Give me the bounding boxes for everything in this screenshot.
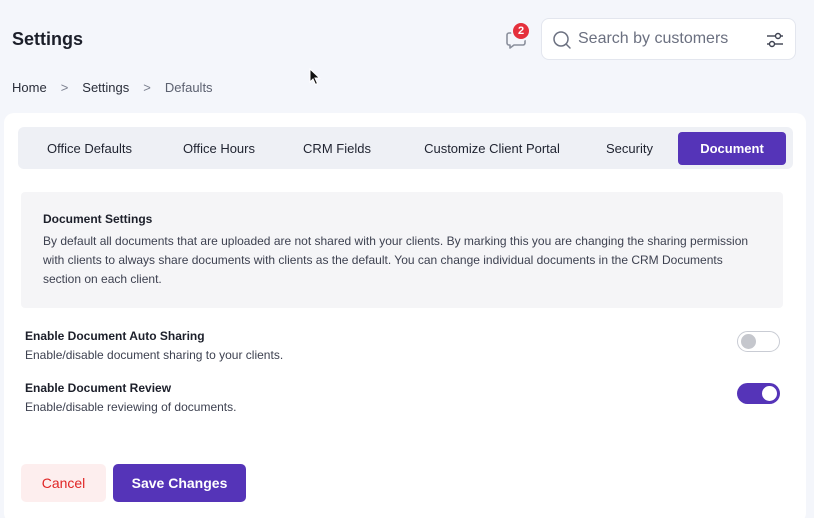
setting-description: Enable/disable document sharing to your … xyxy=(25,348,284,362)
cancel-button[interactable]: Cancel xyxy=(21,464,106,502)
setting-description: Enable/disable reviewing of documents. xyxy=(25,400,237,414)
save-changes-button[interactable]: Save Changes xyxy=(113,464,246,502)
tab-bar: Office Defaults Office Hours CRM Fields … xyxy=(18,127,793,169)
tab-document[interactable]: Document xyxy=(678,132,786,165)
breadcrumb: Home > Settings > Defaults xyxy=(12,80,213,95)
document-settings-info: Document Settings By default all documen… xyxy=(21,192,783,308)
breadcrumb-separator: > xyxy=(143,80,151,95)
filter-sliders-icon[interactable] xyxy=(765,30,785,50)
setting-document-review: Enable Document Review Enable/disable re… xyxy=(25,381,236,414)
toggle-knob xyxy=(741,334,756,349)
info-title: Document Settings xyxy=(43,212,153,226)
page-title: Settings xyxy=(12,29,84,49)
auto-sharing-toggle[interactable] xyxy=(737,331,780,352)
notification-badge: 2 xyxy=(511,21,531,41)
mouse-cursor-icon xyxy=(309,68,321,86)
setting-title: Enable Document Review xyxy=(25,381,172,395)
breadcrumb-settings[interactable]: Settings xyxy=(82,80,129,95)
search-input[interactable] xyxy=(578,27,758,51)
search-box[interactable] xyxy=(541,18,796,60)
info-text: By default all documents that are upload… xyxy=(43,234,749,286)
tab-office-defaults[interactable]: Office Defaults xyxy=(28,132,151,165)
tab-office-hours[interactable]: Office Hours xyxy=(170,132,268,165)
breadcrumb-separator: > xyxy=(60,80,69,95)
search-icon xyxy=(553,31,571,49)
toggle-knob xyxy=(762,386,777,401)
breadcrumb-home[interactable]: Home xyxy=(12,80,47,95)
document-review-toggle[interactable] xyxy=(737,383,780,404)
tab-crm-fields[interactable]: CRM Fields xyxy=(294,132,380,165)
tab-customize-client-portal[interactable]: Customize Client Portal xyxy=(410,132,574,165)
tab-security[interactable]: Security xyxy=(596,132,663,165)
settings-card: Office Defaults Office Hours CRM Fields … xyxy=(4,113,806,518)
setting-auto-sharing: Enable Document Auto Sharing Enable/disa… xyxy=(25,329,283,362)
setting-title: Enable Document Auto Sharing xyxy=(25,329,205,343)
breadcrumb-defaults: Defaults xyxy=(164,80,213,95)
